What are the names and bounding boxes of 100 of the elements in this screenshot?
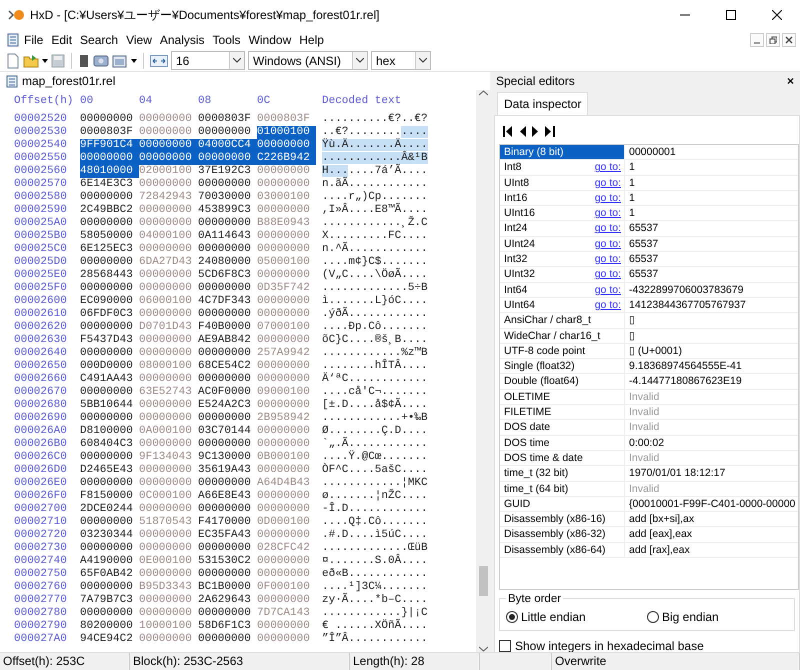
scroll-down-icon[interactable] [478, 646, 488, 652]
decoded-text[interactable]: ,I»Â....E8™Ã.... [322, 204, 428, 216]
inspector-label-cell[interactable]: Int24 go to: [500, 221, 625, 236]
decoded-text[interactable]: [±.D....å$¢Ã.... [322, 399, 428, 411]
hex-cell[interactable]: 00000000 [80, 516, 139, 529]
hex-cell[interactable]: 80200000 [80, 620, 139, 633]
hex-cell[interactable]: 00000000 [198, 126, 257, 139]
hex-cell[interactable]: 70030000 [198, 191, 257, 204]
inspector-label-cell[interactable]: Disassembly (x86-16) [500, 512, 625, 526]
decoded-text[interactable]: -Î.D............ [322, 503, 428, 515]
hex-cell[interactable]: 04000CC4 [198, 139, 257, 152]
decoded-text[interactable]: .#.D....ì5úC.... [322, 529, 428, 541]
hex-cell[interactable]: 58D6F1C3 [198, 620, 257, 633]
inspector-label-cell[interactable]: UInt32 go to: [500, 267, 625, 282]
scroll-up-icon[interactable] [478, 90, 488, 96]
close-button[interactable]: × [786, 72, 794, 90]
go-to-link[interactable]: go to: [594, 221, 624, 236]
go-to-link[interactable]: go to: [594, 252, 624, 266]
inspector-label-cell[interactable]: AnsiChar / char8_t [500, 313, 625, 328]
decoded-text[interactable]: ............+•‰B [322, 412, 428, 424]
menu-item[interactable]: Edit [47, 31, 76, 49]
decoded-text[interactable]: Ø........Ç.D.... [322, 425, 428, 437]
close-icon[interactable] [785, 36, 793, 44]
hex-cell[interactable]: 06FDF0C3 [80, 308, 139, 321]
dropdown-caret-icon[interactable] [356, 58, 364, 63]
hex-cell[interactable]: 2DCE0244 [80, 503, 139, 516]
hex-cell[interactable]: F5437D43 [80, 334, 139, 347]
decoded-text[interactable]: ............%z™B [322, 347, 428, 359]
decoded-text[interactable]: ............¸Ž.C [322, 217, 428, 229]
inspector-label-cell[interactable]: Int8 go to: [500, 160, 625, 175]
hex-cell[interactable]: 6E14E3C3 [80, 178, 139, 191]
scrollbar[interactable] [476, 90, 490, 652]
first-icon[interactable] [503, 126, 513, 136]
hex-cell[interactable]: A4190000 [80, 555, 139, 568]
decoded-text[interactable]: ....Ÿ.@Cœ....... [322, 451, 428, 463]
hex-cell[interactable]: EC35FA43 [198, 529, 257, 542]
decoded-text[interactable]: n.^Ã............ [322, 243, 428, 255]
inspector-label-cell[interactable]: WideChar / char16_t [500, 328, 625, 343]
decoded-text[interactable]: (V„C....\ÖøÃ.... [322, 269, 428, 281]
go-to-link[interactable]: go to: [594, 298, 624, 312]
offset-base-dropdown[interactable]: hex [371, 51, 431, 70]
menu-item[interactable]: Window [244, 31, 296, 49]
decoded-text[interactable]: eð«B............ [322, 568, 428, 580]
radio-label[interactable]: Big endian [662, 608, 719, 626]
menu-item[interactable]: Help [295, 31, 328, 49]
hex-cell[interactable]: 00000000 [257, 139, 316, 152]
hex-cell[interactable]: 00000000 [80, 256, 139, 269]
decoded-text[interactable]: ............}|¡C [322, 607, 428, 619]
go-to-link[interactable]: go to: [594, 282, 624, 297]
radio-label[interactable]: Little endian [521, 608, 586, 626]
decoded-text[interactable]: .... [401, 126, 428, 138]
hex-cell[interactable]: D8100000 [80, 425, 139, 438]
hex-cell[interactable]: C226B942 [257, 152, 316, 165]
hex-cell[interactable]: 00000000 [198, 178, 257, 191]
inspector-label-cell[interactable]: UTF-8 code point [500, 344, 625, 358]
inspector-label-cell[interactable]: Single (float32) [500, 359, 625, 374]
decoded-text[interactable]: .............5÷B [322, 282, 428, 294]
hex-cell[interactable]: 00000000 [80, 412, 139, 425]
hex-cell[interactable]: 2C49BBC2 [80, 204, 139, 217]
hex-cell[interactable]: 58050000 [80, 230, 139, 243]
dropdown-caret-icon[interactable] [233, 58, 241, 63]
hex-cell[interactable]: 00000000 [80, 451, 139, 464]
hex-cell[interactable]: 03C70144 [198, 425, 257, 438]
hex-cell[interactable]: 00000000 [198, 438, 257, 451]
maximize-icon[interactable] [726, 10, 736, 20]
hex-cell[interactable]: 6E125EC3 [80, 243, 139, 256]
inspector-label-cell[interactable]: time_t (32 bit) [500, 466, 625, 481]
chip-icon[interactable] [78, 54, 90, 68]
hex-cell[interactable]: F4170000 [198, 516, 257, 529]
decoded-text[interactable]: n.ãÃ............ [322, 178, 428, 190]
hex-cell[interactable]: 5BB10644 [80, 399, 139, 412]
decoded-text[interactable]: H... [322, 165, 348, 177]
hex-cell[interactable]: 94CE94C2 [80, 633, 139, 646]
hex-cell[interactable]: BC1B0000 [198, 581, 257, 594]
hex-cell[interactable]: 2A629643 [198, 594, 257, 607]
hex-cell[interactable]: 37E192C3 [198, 165, 257, 178]
inspector-label-cell[interactable]: Double (float64) [500, 374, 625, 389]
go-to-link[interactable]: go to: [594, 160, 624, 175]
decoded-text[interactable]: ............¦MKC [322, 477, 428, 489]
go-to-link[interactable]: go to: [594, 206, 624, 220]
decoded-text[interactable]: ø.......¦nŽC.... [322, 490, 428, 502]
hex-cell[interactable]: EC090000 [80, 295, 139, 308]
decoded-text[interactable]: ..........€?..€? [322, 113, 428, 125]
menu-item[interactable]: Analysis [156, 31, 209, 49]
go-to-link[interactable]: go to: [594, 190, 624, 206]
hex-cell[interactable]: 00000000 [198, 308, 257, 321]
hex-cell[interactable]: 28568443 [80, 269, 139, 282]
go-to-link[interactable]: go to: [594, 267, 624, 282]
hex-cell[interactable]: 00000000 [198, 633, 257, 646]
hex-cell[interactable]: 0A114643 [198, 230, 257, 243]
window-icon[interactable] [112, 54, 128, 68]
hex-cell[interactable]: 00000000 [80, 607, 139, 620]
close-icon[interactable] [772, 10, 782, 20]
go-to-link[interactable]: go to: [594, 176, 624, 190]
menu-item[interactable]: File [20, 31, 48, 49]
hex-cell[interactable]: 000D0000 [80, 360, 139, 373]
inspector-label-cell[interactable]: DOS time [500, 436, 625, 450]
hex-cell[interactable]: 01000100 [257, 126, 316, 139]
charset-dropdown[interactable]: Windows (ANSI) [248, 51, 368, 70]
hex-cell[interactable]: E524A2C3 [198, 399, 257, 412]
